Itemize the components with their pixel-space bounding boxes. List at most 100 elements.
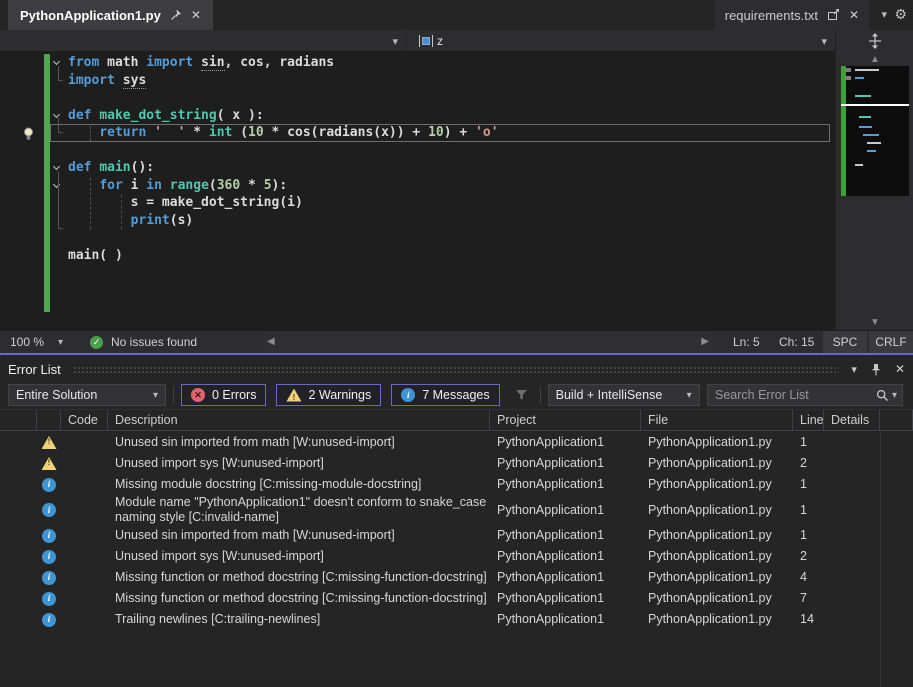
error-row[interactable]: iMissing function or method docstring [C… xyxy=(0,567,913,588)
search-icon[interactable] xyxy=(876,389,889,402)
column-header-blank[interactable] xyxy=(37,410,61,430)
search-input[interactable] xyxy=(708,388,876,402)
indent-guide xyxy=(90,126,91,141)
zoom-select[interactable]: 100 % ▾ xyxy=(10,331,63,353)
type-dropdown[interactable]: ▾ xyxy=(0,30,407,52)
minimap[interactable] xyxy=(841,66,909,196)
description-cell: Missing function or method docstring [C:… xyxy=(108,588,490,609)
line-cell: 1 xyxy=(793,495,824,525)
code-token: in xyxy=(146,178,162,193)
error-row[interactable]: iModule name "PythonApplication1" doesn'… xyxy=(0,495,913,525)
source-filter-dropdown[interactable]: Build + IntelliSense ▾ xyxy=(548,384,700,406)
close-icon[interactable]: ✕ xyxy=(895,363,905,375)
search-box: ▾ xyxy=(707,384,903,406)
project-cell: PythonApplication1 xyxy=(490,546,641,567)
code-token: return xyxy=(99,125,146,140)
messages-toggle-button[interactable]: i 7 Messages xyxy=(391,384,499,406)
scrollbar-column[interactable]: ▲ ▼ xyxy=(835,52,913,330)
scroll-up-icon[interactable]: ▲ xyxy=(836,54,913,65)
error-row[interactable]: !Unused sin imported from math [W:unused… xyxy=(0,432,913,453)
gear-icon[interactable]: ⚙ xyxy=(894,6,907,23)
code-line[interactable] xyxy=(0,142,835,160)
chevron-down-icon: ▾ xyxy=(821,35,827,48)
code-line[interactable] xyxy=(0,229,835,247)
warnings-toggle-button[interactable]: ! 2 Warnings xyxy=(276,384,381,406)
code-line[interactable]: main( ) xyxy=(0,247,835,265)
code-token: s = make_dot_string(i) xyxy=(68,195,303,210)
scroll-right-icon[interactable]: ▶ xyxy=(701,336,709,347)
close-icon[interactable]: ✕ xyxy=(191,9,201,21)
code-line[interactable]: s = make_dot_string(i) xyxy=(0,194,835,212)
column-header-blank[interactable] xyxy=(0,410,37,430)
code-line[interactable]: return ' ' * int (10 * cos(radians(x)) +… xyxy=(0,124,835,142)
error-row[interactable]: iMissing module docstring [C:missing-mod… xyxy=(0,474,913,495)
line-ending-mode[interactable]: CRLF xyxy=(869,331,913,353)
scope-filter-dropdown[interactable]: Entire Solution ▾ xyxy=(8,384,166,406)
pin-icon[interactable] xyxy=(870,363,882,376)
code-line[interactable]: def make_dot_string( x ): xyxy=(0,107,835,125)
code-token: sin xyxy=(201,55,224,71)
column-header-project[interactable]: Project xyxy=(490,410,641,430)
drag-grip[interactable] xyxy=(73,366,840,375)
scroll-down-icon[interactable]: ▼ xyxy=(836,317,913,328)
outline-guide xyxy=(58,118,63,133)
column-header-code[interactable]: Code xyxy=(61,410,108,430)
code-line[interactable]: def main(): xyxy=(0,159,835,177)
code-line[interactable]: import sys xyxy=(0,72,835,90)
column-header-details[interactable]: Details xyxy=(824,410,880,430)
zoom-level: 100 % xyxy=(10,335,44,349)
column-header-line[interactable]: Line xyxy=(793,410,824,430)
column-header-file[interactable]: File xyxy=(641,410,793,430)
tab-list-chevron-icon[interactable]: ▾ xyxy=(881,8,887,21)
line-cell: 1 xyxy=(793,525,824,546)
split-handle[interactable] xyxy=(835,30,913,52)
details-cell xyxy=(824,474,880,495)
member-dropdown[interactable]: z ▾ xyxy=(407,30,835,52)
project-cell: PythonApplication1 xyxy=(490,609,641,630)
horizontal-scrollbar[interactable]: ◀ ▶ xyxy=(263,332,713,352)
code-line[interactable] xyxy=(0,89,835,107)
issues-indicator[interactable]: ✓ No issues found xyxy=(90,331,197,353)
code-line[interactable]: from math import sin, cos, radians xyxy=(0,54,835,72)
column-header-blank[interactable] xyxy=(880,410,913,430)
blank-cell xyxy=(880,474,913,495)
code-cell xyxy=(61,474,108,495)
line-cell: 4 xyxy=(793,567,824,588)
code-cell xyxy=(61,495,108,525)
blank-cell xyxy=(880,588,913,609)
scope-filter-value: Entire Solution xyxy=(16,388,97,402)
filter-icon[interactable] xyxy=(514,388,529,402)
error-row[interactable]: iMissing function or method docstring [C… xyxy=(0,588,913,609)
error-row[interactable]: !Unused import sys [W:unused-import]Pyth… xyxy=(0,453,913,474)
chevron-down-icon: ▾ xyxy=(687,390,692,401)
code-line[interactable]: for i in range(360 * 5): xyxy=(0,177,835,195)
error-row[interactable]: iUnused import sys [W:unused-import]Pyth… xyxy=(0,546,913,567)
keep-open-icon[interactable] xyxy=(827,9,840,21)
code-editor[interactable]: from math import sin, cos, radiansimport… xyxy=(0,52,913,330)
indentation-mode[interactable]: SPC xyxy=(823,331,867,353)
errors-toggle-button[interactable]: ✕ 0 Errors xyxy=(181,384,266,406)
info-icon: i xyxy=(42,503,56,517)
window-position-chevron-icon[interactable]: ▾ xyxy=(851,363,857,376)
code-cell xyxy=(61,588,108,609)
code-token: ' ' xyxy=(154,125,185,140)
file-cell: PythonApplication1.py xyxy=(641,453,793,474)
indent-guide xyxy=(121,195,122,229)
column-header-description[interactable]: Description xyxy=(108,410,490,430)
navigation-bar: ▾ z ▾ xyxy=(0,30,835,52)
code-token: range xyxy=(170,178,209,193)
error-row[interactable]: iUnused sin imported from math [W:unused… xyxy=(0,525,913,546)
project-cell: PythonApplication1 xyxy=(490,432,641,453)
code-line[interactable]: print(s) xyxy=(0,212,835,230)
code-cell xyxy=(61,453,108,474)
code-token: for xyxy=(99,178,122,193)
member-icon xyxy=(419,35,433,47)
pin-icon[interactable] xyxy=(170,9,182,21)
search-chevron-icon[interactable]: ▾ xyxy=(892,390,897,401)
scroll-left-icon[interactable]: ◀ xyxy=(267,336,275,347)
tab-pythonapplication1[interactable]: PythonApplication1.py ✕ xyxy=(8,0,213,30)
close-icon[interactable]: ✕ xyxy=(849,9,859,21)
panel-title-bar[interactable]: Error List ▾ ✕ xyxy=(0,357,913,381)
error-row[interactable]: iTrailing newlines [C:trailing-newlines]… xyxy=(0,609,913,630)
tab-requirements[interactable]: requirements.txt ✕ xyxy=(715,0,869,30)
